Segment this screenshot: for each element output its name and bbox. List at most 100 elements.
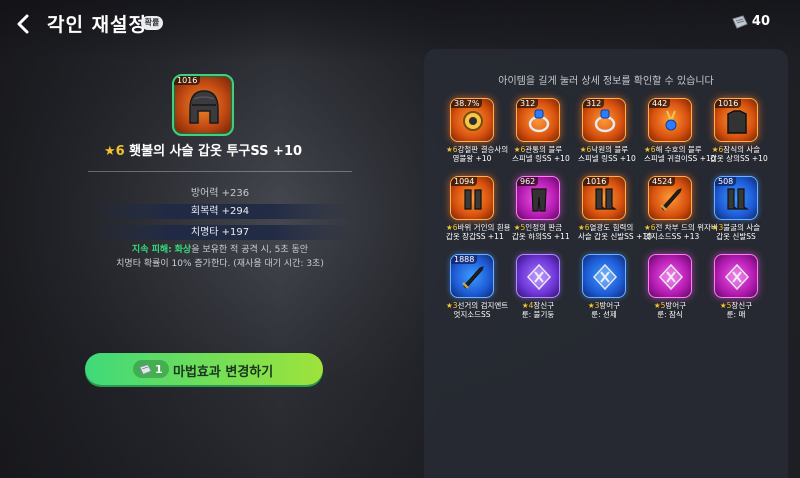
item-caption: ★6낙원의 블루 스피넬 링SS +10: [578, 145, 636, 163]
item-name-line-2: 룬: 불기둥: [521, 310, 555, 319]
item-slot[interactable]: 312: [516, 98, 560, 142]
inventory-item[interactable]: 38.7% ★6강철판 결승사의 영불왕 +10: [446, 98, 508, 163]
item-name-line-1: 관통의 블루: [525, 145, 563, 154]
scroll-ticket-icon: [732, 14, 748, 29]
panel-hint: 아이템을 길게 눌러 상세 정보를 확인할 수 있습니다: [498, 76, 714, 87]
amulet-icon: [463, 111, 483, 131]
item-slot[interactable]: 1094: [450, 176, 494, 220]
item-name-line-1: 장신구: [731, 301, 753, 310]
item-caption: ★6관통의 블루 스피넬 링SS +10: [512, 145, 570, 163]
item-slot[interactable]: 4524: [648, 176, 692, 220]
item-star: ★6: [711, 145, 724, 154]
item-level-tag: 442: [649, 99, 671, 108]
inventory-item[interactable]: ★4장신구 룬: 불기둥: [512, 254, 564, 319]
item-caption: ★4장신구 룬: 불기둥: [512, 301, 564, 319]
inventory-item[interactable]: 442 ★6해 수호의 블루 스피넬 귀걸이SS +10: [644, 98, 716, 163]
item-star: ★5: [719, 301, 732, 310]
page-title: 각인 재설정: [47, 14, 148, 36]
currency-display: 40: [732, 14, 770, 29]
sword-icon: [660, 188, 682, 211]
item-level-tag: 962: [517, 177, 539, 186]
inventory-item[interactable]: 508 ★3불굴의 사슬 갑옷 신발SS: [710, 176, 762, 241]
item-name-line-2: 룬: 선제: [591, 310, 617, 319]
item-star: ★5: [653, 301, 666, 310]
item-slot[interactable]: 962: [516, 176, 560, 220]
item-name-line-1: 전 차부 드의 위자버: [655, 223, 718, 232]
inventory-item[interactable]: ★5방어구 룬: 잠식: [644, 254, 696, 319]
item-name-line-2: 스피넬 링SS +10: [512, 154, 570, 163]
selected-item-slot[interactable]: 1016: [172, 74, 234, 136]
change-cost: 1: [133, 360, 169, 378]
inventory-item[interactable]: ★5장신구 룬: 매: [710, 254, 762, 319]
item-slot[interactable]: [582, 254, 626, 298]
item-level-tag: 38.7%: [451, 99, 483, 108]
item-name-line-2: 갑옷 장갑SS +11: [446, 232, 504, 241]
change-cost-amount: 1: [155, 362, 163, 376]
item-slot[interactable]: 1888: [450, 254, 494, 298]
inventory-item[interactable]: 1094 ★6바위 거인의 흰용 갑옷 장갑SS +11: [446, 176, 511, 241]
item-name-line-1: 선거의 검지엔트: [457, 301, 509, 310]
item-slot[interactable]: 312: [582, 98, 626, 142]
item-caption: ★6해 수호의 블루 스피넬 귀걸이SS +10: [644, 145, 716, 163]
item-caption: ★3불굴의 사슬 갑옷 신발SS: [710, 223, 762, 241]
currency-amount: 40: [751, 14, 770, 29]
inventory-item[interactable]: 1888 ★3선거의 검지엔트 엇지소드SS: [446, 254, 508, 319]
item-slot[interactable]: [516, 254, 560, 298]
item-caption: ★5방어구 룬: 잠식: [644, 301, 696, 319]
item-name-line-1: 해 수호의 블루: [655, 145, 702, 154]
back-button[interactable]: [12, 12, 36, 36]
item-star: ★6: [644, 145, 656, 154]
effect-line-1: 지속 피해: 화상을 보유한 적 공격 시, 5초 동안: [60, 244, 380, 257]
item-name-line-2: 갑옷 상의SS +10: [710, 154, 768, 163]
inventory-item[interactable]: 312 ★6낙원의 블루 스피넬 링SS +10: [578, 98, 636, 163]
item-slot[interactable]: 1016: [582, 176, 626, 220]
item-level-tag: 1016: [715, 99, 742, 108]
item-slot[interactable]: 1016: [714, 98, 758, 142]
gloves-icon: [464, 189, 482, 210]
effect-line-2: 치명타 확률이 10% 증가한다. (재사용 대기 시간: 3초): [116, 259, 324, 269]
inventory-item[interactable]: 1016 ★6잠식의 사슬 갑옷 상의SS +10: [710, 98, 768, 163]
item-star: ★6: [578, 223, 590, 232]
item-slot[interactable]: [714, 254, 758, 298]
boots-icon: [727, 188, 749, 210]
change-button-label: 마법효과 변경하기: [173, 365, 274, 380]
item-name-line-1: 장신구: [533, 301, 555, 310]
item-slot[interactable]: [648, 254, 692, 298]
rune-icon: [592, 263, 618, 291]
item-slot[interactable]: 508: [714, 176, 758, 220]
inventory-item[interactable]: 4524 ★6전 차부 드의 위자버 엇지소드SS +13: [644, 176, 718, 241]
item-caption: ★3방어구 룬: 선제: [578, 301, 630, 319]
ring-icon: [528, 109, 550, 133]
inventory-item[interactable]: ★3방어구 룬: 선제: [578, 254, 630, 319]
item-name-line-2: 엇지소드SS +13: [644, 232, 700, 241]
item-slot[interactable]: 38.7%: [450, 98, 494, 142]
item-star: ★3: [446, 301, 458, 310]
item-name-line-2: 룬: 잠식: [657, 310, 683, 319]
item-level-tag: 4524: [649, 177, 676, 186]
inventory-item[interactable]: 1016 ★6열광도 힘력의 사슬 갑옷 신발SS +10: [578, 176, 652, 241]
rune-icon: [658, 263, 684, 291]
earring-icon: [665, 110, 677, 131]
item-name-line-1: 방어구: [599, 301, 621, 310]
change-effect-button[interactable]: 1 마법효과 변경하기: [85, 353, 323, 385]
item-slot[interactable]: 442: [648, 98, 692, 142]
item-star: ★6: [644, 223, 656, 232]
inventory-item[interactable]: 312 ★6관통의 블루 스피넬 링SS +10: [512, 98, 570, 163]
item-name-line-1: 잠식의 사슬: [723, 145, 761, 154]
item-star: ★6: [446, 145, 458, 154]
selected-item-name: ★6 횃불의 사슬 갑옷 투구SS +10: [0, 140, 406, 159]
sword-icon: [462, 266, 484, 289]
item-caption: ★6전 차부 드의 위자버 엇지소드SS +13: [644, 223, 718, 241]
item-name-line-1: 강철판 결승사의: [457, 145, 509, 154]
probability-badge[interactable]: 확률: [141, 16, 163, 30]
inventory-item[interactable]: 962 ★5인정의 판금 갑옷 하의SS +11: [512, 176, 570, 241]
item-name-line-2: 사슬 갑옷 신발SS +10: [578, 232, 652, 241]
item-star: ★6: [446, 223, 458, 232]
item-star: ★4: [521, 301, 534, 310]
item-level-tag: 312: [517, 99, 539, 108]
item-caption: ★6바위 거인의 흰용 갑옷 장갑SS +11: [446, 223, 511, 241]
star-icon: ★: [103, 144, 116, 159]
item-name-line-1: 방어구: [665, 301, 687, 310]
stat-defense: 방어력 +236: [190, 188, 250, 199]
item-level-tag: 312: [583, 99, 605, 108]
